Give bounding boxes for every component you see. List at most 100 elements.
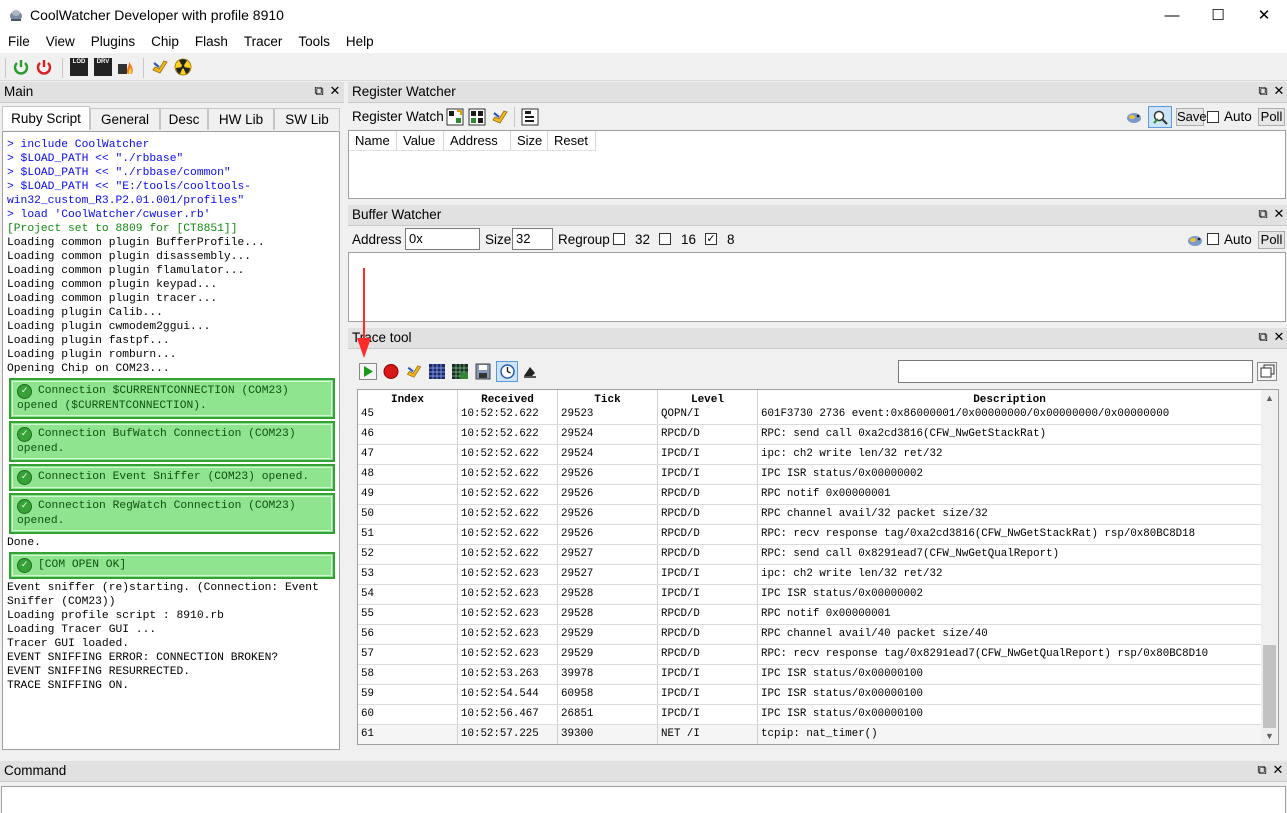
float-icon[interactable]: ⧉ <box>1255 762 1269 778</box>
trace-cell-level: RPCD/D <box>658 645 758 664</box>
regroup-8-checkbox[interactable]: ✓ <box>705 233 717 245</box>
table-row[interactable]: 61 10:52:57.225 39300 NET /I tcpip: nat_time… <box>358 725 1261 744</box>
maximize-button[interactable]: ☐ <box>1195 0 1241 31</box>
float-icon[interactable]: ⧉ <box>1256 83 1270 99</box>
close-icon[interactable]: ✕ <box>328 83 342 99</box>
menu-flash[interactable]: Flash <box>188 31 235 51</box>
scroll-down-arrow-icon[interactable]: ▼ <box>1261 728 1278 744</box>
register-auto-checkbox[interactable] <box>1207 111 1219 123</box>
detach-icon[interactable] <box>1257 362 1277 381</box>
close-icon[interactable]: ✕ <box>1271 762 1285 778</box>
tab-sw-lib[interactable]: SW Lib <box>274 108 340 130</box>
trace-table[interactable]: Index Received Tick Level Description 45… <box>358 390 1261 744</box>
wrench-icon[interactable] <box>491 108 509 126</box>
regroup-16-checkbox[interactable] <box>659 233 671 245</box>
minimize-button[interactable]: — <box>1149 0 1195 31</box>
chameleon-icon[interactable] <box>1125 109 1143 125</box>
trace-cell-tick: 29528 <box>558 585 658 604</box>
register-table[interactable]: Name Value Address Size Reset <box>348 130 1286 199</box>
table-row[interactable]: 48 10:52:52.622 29526 IPCD/I IPC ISR status/… <box>358 465 1261 485</box>
menu-tools[interactable]: Tools <box>291 31 337 51</box>
trace-filter-input[interactable] <box>898 360 1253 383</box>
eraser-icon[interactable] <box>521 363 539 380</box>
column-header-name[interactable]: Name <box>349 131 397 151</box>
scroll-up-arrow-icon[interactable]: ▲ <box>1261 390 1278 406</box>
table-row[interactable]: 53 10:52:52.623 29527 IPCD/I ipc: ch2 write … <box>358 565 1261 585</box>
wrench-icon[interactable] <box>151 58 169 76</box>
buffer-auto-checkbox[interactable] <box>1207 233 1219 245</box>
ruby-console[interactable]: > include CoolWatcher > $LOAD_PATH << "./… <box>2 131 340 750</box>
chameleon-icon[interactable] <box>1186 232 1204 248</box>
tab-general[interactable]: General <box>90 108 160 130</box>
filter-grid-icon[interactable] <box>451 363 469 380</box>
register-poll-button[interactable]: Poll <box>1258 108 1285 126</box>
table-row[interactable]: 60 10:52:56.467 26851 IPCD/I IPC ISR status/… <box>358 705 1261 725</box>
menu-view[interactable]: View <box>39 31 82 51</box>
float-icon[interactable]: ⧉ <box>1256 206 1270 222</box>
close-icon[interactable]: ✕ <box>1272 329 1286 345</box>
close-button[interactable]: ✕ <box>1241 0 1287 31</box>
table-row[interactable]: 55 10:52:52.623 29528 RPCD/D RPC notif 0x000… <box>358 605 1261 625</box>
inspect-button[interactable] <box>1148 106 1172 128</box>
table-row[interactable]: 50 10:52:52.622 29526 RPCD/D RPC channel ava… <box>358 505 1261 525</box>
tab-hw-lib[interactable]: HW Lib <box>208 108 274 130</box>
tab-ruby-script[interactable]: Ruby Script <box>2 106 90 130</box>
record-icon[interactable] <box>382 363 400 380</box>
register-grid-icon[interactable] <box>468 108 486 126</box>
menu-tracer[interactable]: Tracer <box>237 31 290 51</box>
scrollbar-thumb[interactable] <box>1263 645 1276 728</box>
table-row[interactable]: 57 10:52:52.623 29529 RPCD/D RPC: recv respo… <box>358 645 1261 665</box>
column-header-address[interactable]: Address <box>444 131 511 151</box>
console-line: Loading plugin Calib... <box>7 307 163 319</box>
close-icon[interactable]: ✕ <box>1272 83 1286 99</box>
address-input[interactable]: 0x <box>405 228 480 250</box>
wrench-icon[interactable] <box>405 363 423 380</box>
command-input[interactable] <box>1 786 1286 813</box>
trace-vertical-scrollbar[interactable]: ▲ ▼ <box>1261 390 1278 744</box>
power-on-icon[interactable] <box>12 58 30 76</box>
drv-icon[interactable]: DRV <box>94 58 112 76</box>
menu-plugins[interactable]: Plugins <box>84 31 142 51</box>
table-row[interactable]: 59 10:52:54.544 60958 IPCD/I IPC ISR status/… <box>358 685 1261 705</box>
column-header-reset[interactable]: Reset <box>548 131 596 151</box>
clock-button[interactable] <box>496 361 518 382</box>
table-row[interactable]: 51 10:52:52.622 29526 RPCD/D RPC: recv respo… <box>358 525 1261 545</box>
menu-help[interactable]: Help <box>339 31 381 51</box>
trace-cell-received: 10:52:56.467 <box>458 705 558 724</box>
table-row[interactable]: 49 10:52:52.622 29526 RPCD/D RPC notif 0x000… <box>358 485 1261 505</box>
radiation-icon[interactable] <box>174 58 192 76</box>
table-row[interactable]: 45 10:52:52.622 29523 QOPN/I 601F3730 2736 e… <box>358 405 1261 425</box>
play-icon[interactable] <box>359 363 377 380</box>
save-button[interactable]: Save <box>1176 108 1207 126</box>
close-icon[interactable]: ✕ <box>1272 206 1286 222</box>
table-row[interactable]: 58 10:52:53.263 39978 IPCD/I IPC ISR status/… <box>358 665 1261 685</box>
table-row[interactable]: 52 10:52:52.622 29527 RPCD/D RPC: send call … <box>358 545 1261 565</box>
trace-cell-tick: 29529 <box>558 645 658 664</box>
buffer-poll-button[interactable]: Poll <box>1258 231 1285 249</box>
register-tree-icon[interactable] <box>521 108 539 126</box>
regroup-32-checkbox[interactable] <box>613 233 625 245</box>
add-register-icon[interactable] <box>446 108 464 126</box>
size-input[interactable]: 32 <box>512 228 553 250</box>
table-row[interactable]: 56 10:52:52.623 29529 RPCD/D RPC channel ava… <box>358 625 1261 645</box>
console-line: EVENT SNIFFING ERROR: CONNECTION BROKEN? <box>7 652 279 664</box>
table-row[interactable]: 54 10:52:52.623 29528 IPCD/I IPC ISR status/… <box>358 585 1261 605</box>
float-icon[interactable]: ⧉ <box>312 83 326 99</box>
save-icon[interactable] <box>474 363 492 380</box>
grid-icon[interactable] <box>428 363 446 380</box>
power-off-icon[interactable] <box>35 58 53 76</box>
table-row[interactable]: 47 10:52:52.622 29524 IPCD/I ipc: ch2 write … <box>358 445 1261 465</box>
load-icon[interactable]: LOD <box>70 58 88 76</box>
table-row[interactable]: 46 10:52:52.622 29524 RPCD/D RPC: send call … <box>358 425 1261 445</box>
trace-cell-index: 51 <box>358 525 458 544</box>
column-header-size[interactable]: Size <box>511 131 548 151</box>
column-header-value[interactable]: Value <box>397 131 444 151</box>
tab-desc[interactable]: Desc <box>160 108 208 130</box>
menu-chip[interactable]: Chip <box>144 31 186 51</box>
checkmark-icon: ✓ <box>17 499 32 514</box>
float-icon[interactable]: ⧉ <box>1256 329 1270 345</box>
menu-file[interactable]: File <box>1 31 37 51</box>
console-line: Tracer GUI loaded. <box>7 638 130 650</box>
buffer-view[interactable] <box>348 252 1286 322</box>
burn-icon[interactable] <box>117 58 135 76</box>
